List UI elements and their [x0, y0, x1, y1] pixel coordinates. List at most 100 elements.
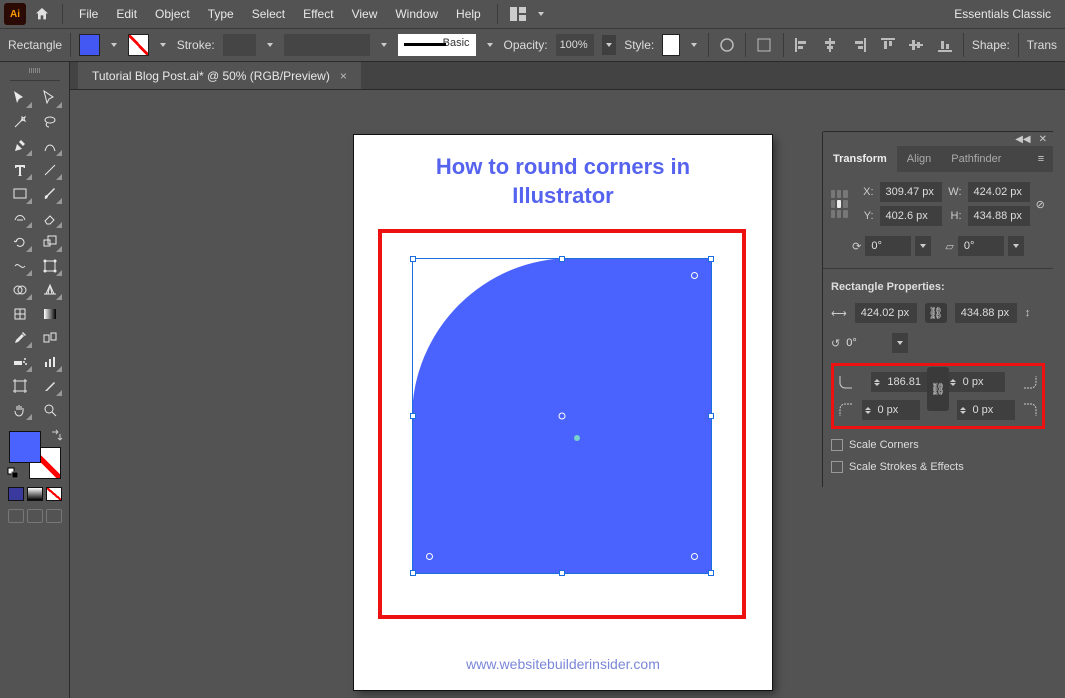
align-to-icon[interactable]	[754, 33, 775, 57]
close-icon[interactable]: ✕	[1039, 134, 1047, 145]
link-dims-icon[interactable]: ⛓	[925, 303, 947, 323]
handle-icon[interactable]	[708, 413, 714, 419]
line-tool[interactable]	[37, 159, 63, 181]
close-icon[interactable]: ×	[340, 69, 347, 83]
brush-def-dropdown[interactable]	[378, 34, 390, 56]
document-tab[interactable]: Tutorial Blog Post.ai* @ 50% (RGB/Previe…	[78, 62, 361, 89]
align-bottom-icon[interactable]	[934, 33, 955, 57]
rotate-dropdown[interactable]	[915, 236, 931, 256]
opacity-dropdown[interactable]	[602, 35, 616, 55]
scale-tool[interactable]	[37, 231, 63, 253]
grip-icon[interactable]	[15, 68, 55, 74]
curvature-tool[interactable]	[37, 135, 63, 157]
shape-builder-tool[interactable]	[7, 279, 33, 301]
width-tool[interactable]	[7, 255, 33, 277]
rotate-tool[interactable]	[7, 231, 33, 253]
rectangle-tool[interactable]	[7, 183, 33, 205]
link-corners-icon[interactable]: ⛓	[927, 367, 949, 411]
slice-tool[interactable]	[37, 375, 63, 397]
handle-icon[interactable]	[410, 413, 416, 419]
x-field[interactable]: 309.47 px	[880, 182, 942, 202]
stroke-profile[interactable]: Basic	[398, 34, 475, 56]
shear-field[interactable]: 0°	[958, 236, 1004, 256]
tab-transform[interactable]: Transform	[823, 146, 897, 172]
tab-pathfinder[interactable]: Pathfinder	[941, 146, 1011, 172]
rect-width-field[interactable]: 424.02 px	[855, 303, 917, 323]
handle-icon[interactable]	[410, 570, 416, 576]
menu-view[interactable]: View	[344, 3, 386, 25]
align-top-icon[interactable]	[877, 33, 898, 57]
align-hcenter-icon[interactable]	[820, 33, 841, 57]
gradient-swatch[interactable]	[27, 487, 43, 501]
stroke-profile-dropdown[interactable]	[484, 34, 496, 56]
menu-object[interactable]: Object	[147, 3, 198, 25]
recolor-icon[interactable]	[717, 33, 738, 57]
link-wh-icon[interactable]: ⊘	[1036, 198, 1045, 211]
rect-height-field[interactable]: 434.88 px	[955, 303, 1017, 323]
corner-tr-field[interactable]: 0 px	[947, 372, 1005, 392]
home-icon[interactable]	[30, 2, 54, 26]
stroke-weight-field[interactable]	[223, 34, 257, 56]
shear-dropdown[interactable]	[1008, 236, 1024, 256]
handle-icon[interactable]	[559, 256, 565, 262]
menu-help[interactable]: Help	[448, 3, 489, 25]
selection-tool[interactable]	[7, 87, 33, 109]
w-field[interactable]: 424.02 px	[968, 182, 1030, 202]
align-left-icon[interactable]	[791, 33, 812, 57]
swap-colors-icon[interactable]	[49, 429, 63, 443]
corner-tr-icon[interactable]	[1022, 374, 1038, 390]
blend-tool[interactable]	[37, 327, 63, 349]
zoom-tool[interactable]	[37, 399, 63, 421]
draw-inside-icon[interactable]	[46, 509, 62, 523]
free-transform-tool[interactable]	[37, 255, 63, 277]
pen-tool[interactable]	[7, 135, 33, 157]
handle-icon[interactable]	[410, 256, 416, 262]
color-swatch[interactable]	[8, 487, 24, 501]
tab-align[interactable]: Align	[897, 146, 941, 172]
opacity-field[interactable]: 100%	[556, 34, 595, 56]
brush-def-field[interactable]	[284, 34, 370, 56]
menu-type[interactable]: Type	[200, 3, 242, 25]
default-colors-icon[interactable]	[7, 467, 21, 481]
artboard-tool[interactable]	[7, 375, 33, 397]
draw-normal-icon[interactable]	[8, 509, 24, 523]
handle-icon[interactable]	[559, 570, 565, 576]
stroke-swatch[interactable]	[128, 34, 149, 56]
fill-dropdown[interactable]	[108, 34, 120, 56]
draw-behind-icon[interactable]	[27, 509, 43, 523]
rect-rotate-field[interactable]: 0°	[846, 337, 886, 349]
arrange-docs-dropdown[interactable]	[534, 3, 548, 25]
handle-icon[interactable]	[708, 256, 714, 262]
fill-color[interactable]	[9, 431, 41, 463]
menu-effect[interactable]: Effect	[295, 3, 341, 25]
column-graph-tool[interactable]	[37, 351, 63, 373]
menu-select[interactable]: Select	[244, 3, 293, 25]
perspective-grid-tool[interactable]	[37, 279, 63, 301]
collapse-icon[interactable]: ◀◀	[1015, 134, 1030, 145]
corner-tl-icon[interactable]	[838, 374, 854, 390]
fill-swatch[interactable]	[79, 34, 100, 56]
reference-point-grid[interactable]	[831, 190, 848, 218]
arrange-docs-icon[interactable]	[506, 2, 530, 26]
graphic-style-swatch[interactable]	[662, 34, 679, 56]
scale-strokes-checkbox[interactable]: Scale Strokes & Effects	[831, 461, 1045, 473]
menu-file[interactable]: File	[71, 3, 106, 25]
gradient-tool[interactable]	[37, 303, 63, 325]
direct-selection-tool[interactable]	[37, 87, 63, 109]
eraser-tool[interactable]	[37, 207, 63, 229]
lasso-tool[interactable]	[37, 111, 63, 133]
panel-menu-icon[interactable]: ≡	[1029, 153, 1053, 165]
artboard[interactable]: How to round corners in Illustrator www.…	[354, 135, 772, 690]
corner-bl-field[interactable]: 0 px	[862, 400, 920, 420]
y-field[interactable]: 402.6 px	[880, 206, 942, 226]
corner-br-field[interactable]: 0 px	[957, 400, 1015, 420]
eyedropper-tool[interactable]	[7, 327, 33, 349]
fill-stroke-control[interactable]	[7, 429, 63, 481]
scale-corners-checkbox[interactable]: Scale Corners	[831, 439, 1045, 451]
magic-wand-tool[interactable]	[7, 111, 33, 133]
graphic-style-dropdown[interactable]	[688, 34, 700, 56]
none-swatch[interactable]	[46, 487, 62, 501]
menu-window[interactable]: Window	[387, 3, 446, 25]
rotate-field[interactable]: 0°	[865, 236, 911, 256]
mesh-tool[interactable]	[7, 303, 33, 325]
